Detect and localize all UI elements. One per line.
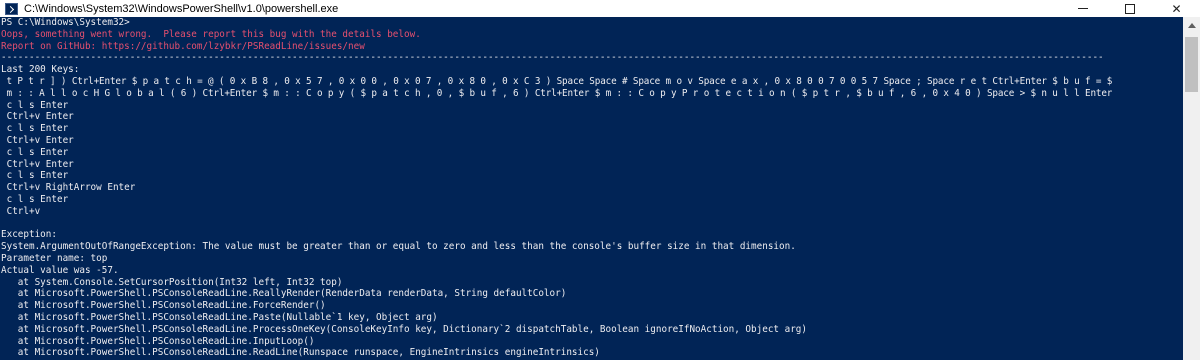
keys-line: m : : A l l o c H G l o b a l ( 6 ) Ctrl… — [1, 87, 1113, 99]
keys-line: t P t r ] ) Ctrl+Enter $ p a t c h = @ (… — [1, 75, 1113, 87]
stack-trace-line: at Microsoft.PowerShell.PSConsoleReadLin… — [1, 300, 326, 312]
keys-header: Last 200 Keys: — [1, 64, 80, 76]
exception-header: Exception: — [1, 229, 57, 241]
keys-line: c l s Enter — [1, 146, 69, 158]
exception-line: Actual value was -57. — [1, 264, 119, 276]
window-controls: ✕ — [1059, 0, 1200, 17]
keys-line: Ctrl+v Enter — [1, 111, 74, 123]
separator-line: ----------------------------------------… — [1, 52, 1104, 64]
exception-line: Parameter name: top — [1, 252, 108, 264]
keys-line: c l s Enter — [1, 170, 69, 182]
powershell-app-icon[interactable] — [5, 2, 18, 15]
keys-line: c l s Enter — [1, 193, 69, 205]
keys-line: Ctrl+v Enter — [1, 158, 74, 170]
stack-trace-line: at Microsoft.PowerShell.PSConsoleReadLin… — [1, 288, 567, 300]
error-message: Oops, something went wrong. Please repor… — [1, 28, 421, 40]
keys-line: Ctrl+v RightArrow Enter — [1, 182, 136, 194]
stack-trace-line: at Microsoft.PowerShell.PSConsoleReadLin… — [1, 347, 600, 359]
stack-trace-line: at Microsoft.PowerShell.PSConsoleReadLin… — [1, 323, 807, 335]
maximize-button[interactable] — [1106, 0, 1153, 17]
close-button[interactable]: ✕ — [1153, 0, 1200, 17]
stack-trace-line: at Microsoft.PowerShell.PSConsoleReadLin… — [1, 311, 438, 323]
window-title: C:\Windows\System32\WindowsPowerShell\v1… — [24, 2, 339, 15]
title-bar[interactable]: C:\Windows\System32\WindowsPowerShell\v1… — [0, 0, 1200, 17]
keys-line: c l s Enter — [1, 99, 69, 111]
scroll-up-arrow-icon[interactable] — [1183, 17, 1200, 34]
vertical-scrollbar[interactable] — [1183, 17, 1200, 360]
console-output[interactable]: PS C:\Windows\System32> Oops, something … — [0, 17, 1183, 360]
stack-trace-line: at Microsoft.PowerShell.PSConsoleReadLin… — [1, 335, 315, 347]
keys-line: Ctrl+v Enter — [1, 134, 74, 146]
keys-line: c l s Enter — [1, 123, 69, 135]
prompt-line: PS C:\Windows\System32> — [1, 17, 130, 28]
close-icon: ✕ — [1171, 1, 1182, 16]
powershell-window: C:\Windows\System32\WindowsPowerShell\v1… — [0, 0, 1200, 360]
stack-trace-line: at System.Console.SetCursorPosition(Int3… — [1, 276, 343, 288]
keys-line: Ctrl+v — [1, 205, 41, 217]
minimize-button[interactable] — [1059, 0, 1106, 17]
error-report-link: Report on GitHub: https://github.com/lzy… — [1, 40, 365, 52]
scrollbar-thumb[interactable] — [1185, 37, 1198, 92]
exception-line: System.ArgumentOutOfRangeException: The … — [1, 241, 796, 253]
